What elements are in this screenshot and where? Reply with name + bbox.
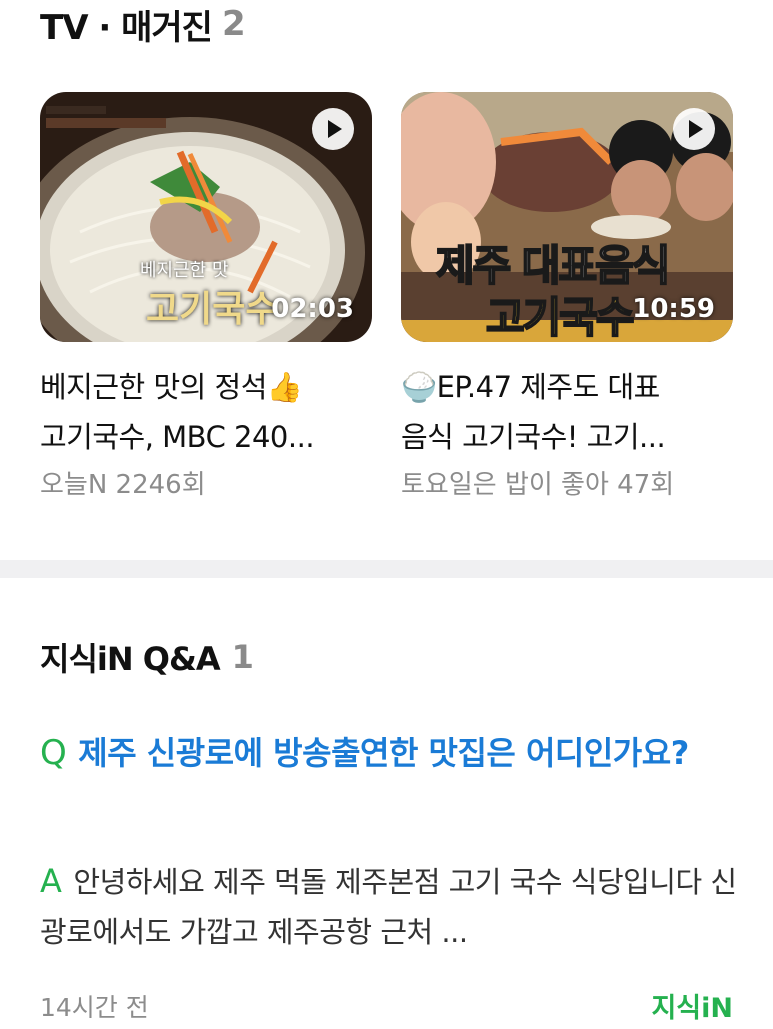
qna-section: 지식iN Q&A 1 Q 제주 신광로에 방송출연한 맛집은 어디인가요? A 안녕… <box>0 578 773 1029</box>
section-divider <box>0 560 773 578</box>
video-meta: 토요일은 밥이 좋아 47회 <box>401 470 675 500</box>
qna-source-link[interactable]: 지식iN <box>651 986 733 1025</box>
question-text[interactable]: 제주 신광로에 방송출연한 맛집은 어디인가요? <box>78 734 689 772</box>
question-link[interactable]: Q 제주 신광로에 방송출연한 맛집은 어디인가요? <box>40 728 740 779</box>
thumbnail-caption-small: 베지근한 맛 <box>140 260 229 281</box>
section-count: 1 <box>231 638 254 676</box>
answer-text[interactable]: 안녕하세요 제주 먹돌 제주본점 고기 국수 식당입니다 신광로에서도 가깝고 … <box>40 865 737 949</box>
section-title: TV · 매거진 <box>40 7 213 48</box>
video-duration: 10:59 <box>632 294 715 324</box>
video-title-line1[interactable]: 🍚EP.47 제주도 대표 <box>401 362 733 412</box>
video-title-line2[interactable]: 음식 고기국수! 고기... <box>401 412 733 462</box>
tv-magazine-section: TV · 매거진 2 베지근한 맛 고기국수 02:03 베지근한 맛의 정석👍… <box>0 0 773 560</box>
tv-section-header: TV · 매거진 2 <box>40 0 246 48</box>
qna-section-header: 지식iN Q&A 1 <box>40 634 254 680</box>
play-icon[interactable] <box>673 108 715 150</box>
video-thumbnail[interactable]: 제주 대표음식 고기국수 10:59 <box>401 92 733 342</box>
answer-marker: A <box>40 862 62 900</box>
answer-preview[interactable]: A 안녕하세요 제주 먹돌 제주본점 고기 국수 식당입니다 신광로에서도 가깝고… <box>40 856 740 957</box>
play-icon[interactable] <box>312 108 354 150</box>
video-title-line1[interactable]: 베지근한 맛의 정석👍 <box>40 362 372 412</box>
qna-timestamp: 14시간 전 <box>40 993 149 1022</box>
thumbnail-caption-line2: 고기국수 <box>485 292 636 342</box>
video-thumbnail[interactable]: 베지근한 맛 고기국수 02:03 <box>40 92 372 342</box>
video-card[interactable]: 제주 대표음식 고기국수 10:59 🍚EP.47 제주도 대표 음식 고기국수… <box>401 92 733 501</box>
question-marker: Q <box>40 733 67 773</box>
video-title-line2[interactable]: 고기국수, MBC 240... <box>40 412 372 462</box>
section-count: 2 <box>221 4 246 44</box>
thumbnail-caption-big: 고기국수 <box>146 288 279 330</box>
video-duration: 02:03 <box>271 294 354 324</box>
section-title: 지식iN Q&A <box>40 640 221 678</box>
video-meta: 오늘N 2246회 <box>40 470 206 500</box>
video-card[interactable]: 베지근한 맛 고기국수 02:03 베지근한 맛의 정석👍 고기국수, MBC … <box>40 92 372 501</box>
